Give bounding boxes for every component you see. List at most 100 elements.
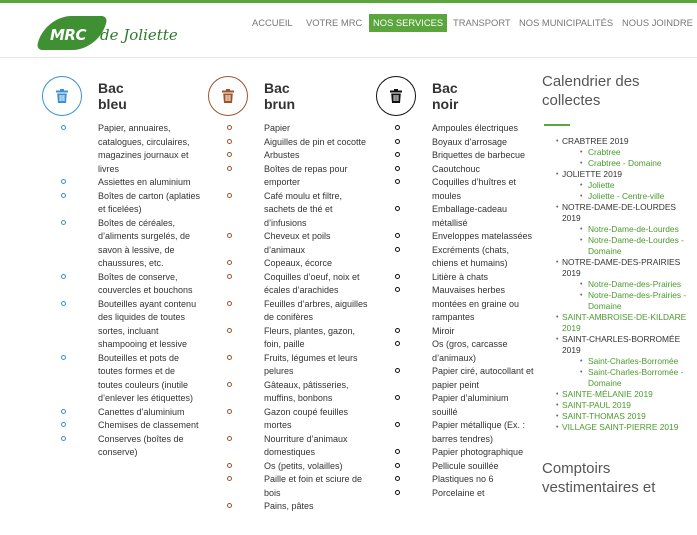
list-item-text: Boîtes de céréales, d’aliments surgelés,… (98, 217, 191, 269)
tree-item-label: JOLIETTE 2019 (562, 169, 623, 179)
tree-item-label[interactable]: SAINT-PAUL 2019 (562, 400, 631, 410)
bullet-icon (61, 435, 66, 441)
tree-item[interactable]: SAINT-THOMAS 2019 (542, 411, 692, 422)
top-accent-line (0, 0, 697, 3)
tree-subitem-link[interactable]: Notre-Dame-de-Lourdes (562, 224, 692, 235)
header-divider (0, 57, 697, 58)
bullet-icon (227, 260, 232, 265)
list-item-text: Porcelaine et (432, 487, 485, 498)
list-item: Boîtes de conserve, couvercles et boucho… (42, 271, 202, 298)
list-item-text: Gazon coupé feuilles mortes (264, 406, 349, 431)
list-item-text: Feuilles d’arbres, aiguilles de conifère… (264, 298, 368, 323)
list-item: Pains, pâtes (208, 500, 373, 514)
list-item-text: Conserves (boîtes de conserve) (98, 433, 184, 458)
list-item-text: Mauvaises herbes montées en graine ou ra… (432, 285, 520, 322)
bullet-icon (395, 233, 400, 238)
tree-item-label: CRABTREE 2019 (562, 136, 629, 146)
list-item: Papier ciré, autocollant et papier peint (376, 365, 536, 392)
sidebar-second-title: Comptoirs vestimentaires et (542, 460, 656, 496)
nav-nos-municipalites[interactable]: NOS MUNICIPALITÉS (519, 14, 613, 32)
list-item: Fruits, légumes et leurs pelures (208, 352, 373, 379)
bullet-icon (395, 138, 400, 144)
bullet-icon (395, 368, 400, 373)
tree-item[interactable]: SAINT-PAUL 2019 (542, 400, 692, 411)
list-item-text: Os (gros, carcasse d’animaux) (432, 339, 508, 363)
list-item: Coquilles d’huîtres et moules (376, 176, 536, 203)
list-item-text: Litière à chats (432, 271, 489, 282)
trash-icon (390, 89, 402, 103)
list-item-text: Papier ciré, autocollant et papier peint (432, 366, 534, 390)
tree-subitem-link[interactable]: Notre-Dame-des-Prairies (562, 279, 692, 290)
tree-subitem-link[interactable]: Crabtree - Domaine (562, 158, 692, 169)
tree-item[interactable]: SAINT-AMBROISE-DE-KILDARE 2019 (542, 312, 692, 334)
list-item: Fleurs, plantes, gazon, foin, paille (208, 325, 373, 352)
bin-items-noir: Ampoules électriques Boyaux d’arrosage Bri… (376, 122, 536, 500)
tree-subitem-link[interactable]: Saint-Charles-Borromée (562, 356, 692, 367)
list-item: Boîtes de carton (aplaties et ficelées) (42, 190, 202, 217)
bullet-icon (395, 327, 400, 333)
list-item-text: Pains, pâtes (264, 501, 314, 511)
bin-title-line1: Bac (432, 80, 458, 96)
list-item: Boîtes de céréales, d’aliments surgelés,… (42, 217, 202, 271)
list-item: Gâteaux, pâtisseries, muffins, bonbons (208, 379, 373, 406)
nav-transport[interactable]: TRANSPORT (453, 14, 511, 32)
list-item: Briquettes de barbecue (376, 149, 536, 163)
list-item: Gazon coupé feuilles mortes (208, 406, 373, 433)
list-item: Assiettes en aluminium (42, 176, 202, 190)
tree-item-label[interactable]: SAINT-THOMAS 2019 (562, 411, 646, 421)
list-item: Papier photographique (376, 446, 536, 460)
tree-sublist: Notre-Dame-de-LourdesNotre-Dame-de-Lourd… (562, 224, 692, 257)
nav-votre-mrc[interactable]: VOTRE MRC (306, 14, 362, 32)
list-item-text: Canettes d’aluminium (98, 406, 185, 417)
list-item-text: Plastiques no 6 (432, 474, 494, 484)
bin-title-line2: bleu (98, 96, 127, 112)
bullet-icon (395, 449, 400, 454)
bullet-icon (61, 354, 66, 360)
logo-mrc-text: MRC (50, 26, 87, 44)
list-item: Pellicule souillée (376, 460, 536, 474)
tree-item: NOTRE-DAME-DE-LOURDES 2019Notre-Dame-de-… (542, 202, 692, 257)
bullet-icon (227, 125, 232, 130)
list-item-text: Papier, annuaires, catalogues, circulair… (98, 123, 190, 174)
tree-item-label[interactable]: VILLAGE SAINT-PIERRE 2019 (562, 422, 678, 432)
list-item-text: Assiettes en aluminium (98, 177, 191, 187)
list-item-text: Boîtes de repas pour emporter (264, 163, 348, 188)
nav-nos-services[interactable]: NOS SERVICES (369, 14, 448, 32)
bullet-icon (61, 422, 66, 427)
list-item-text: Papier photographique (432, 447, 524, 457)
sidebar: Calendrier des collectes CRABTREE 2019Cr… (542, 72, 692, 497)
bullet-icon (227, 408, 232, 414)
list-item-text: Bouteilles et pots de toutes formes et d… (98, 352, 194, 404)
list-item: Bouteilles ayant contenu des liquides de… (42, 298, 202, 352)
tree-item-label[interactable]: SAINTE-MÉLANIE 2019 (562, 389, 653, 399)
tree-subitem-link[interactable]: Notre-Dame-de-Lourdes - Domaine (562, 235, 692, 257)
tree-subitem-link[interactable]: Crabtree (562, 147, 692, 158)
nav-accueil[interactable]: ACCUEIL (252, 14, 293, 32)
list-item: Café moulu et filtre, sachets de thé et … (208, 190, 373, 231)
bullet-icon (227, 165, 232, 171)
bullet-icon (61, 219, 66, 225)
tree-item-label: NOTRE-DAME-DES-PRAIRIES 2019 (562, 257, 681, 278)
tree-subitem-link[interactable]: Joliette - Centre-ville (562, 191, 692, 202)
bin-title-line1: Bac (264, 80, 290, 96)
nav-nous-joindre[interactable]: NOUS JOINDRE (622, 14, 693, 32)
tree-subitem-link[interactable]: Notre-Dame-des-Prairies - Domaine (562, 290, 692, 312)
tree-item[interactable]: SAINTE-MÉLANIE 2019 (542, 389, 692, 400)
tree-subitem-link[interactable]: Joliette (562, 180, 692, 191)
list-item: Paille et foin et sciure de bois (208, 473, 373, 500)
list-item-text: Pellicule souillée (432, 460, 499, 471)
list-item-text: Gâteaux, pâtisseries, muffins, bonbons (264, 379, 349, 404)
list-item: Conserves (boîtes de conserve) (42, 433, 202, 460)
site-logo[interactable]: MRC de Joliette (36, 14, 180, 52)
bullet-icon (227, 138, 232, 144)
tree-subitem-link[interactable]: Saint-Charles-Borromée - Domaine (562, 367, 692, 389)
list-item-text: Aiguilles de pin et cocotte (264, 136, 367, 147)
list-item-text: Bouteilles ayant contenu des liquides de… (98, 298, 197, 350)
sidebar-title: Calendrier des collectes (542, 73, 640, 109)
tree-item: NOTRE-DAME-DES-PRAIRIES 2019Notre-Dame-d… (542, 257, 692, 312)
list-item-text: Papier d’aluminium souillé (432, 393, 509, 417)
bullet-icon (227, 273, 232, 279)
tree-item[interactable]: VILLAGE SAINT-PIERRE 2019 (542, 422, 692, 433)
tree-item-label[interactable]: SAINT-AMBROISE-DE-KILDARE 2019 (562, 312, 686, 333)
list-item-text: Boîtes de carton (aplaties et ficelées) (98, 190, 201, 215)
